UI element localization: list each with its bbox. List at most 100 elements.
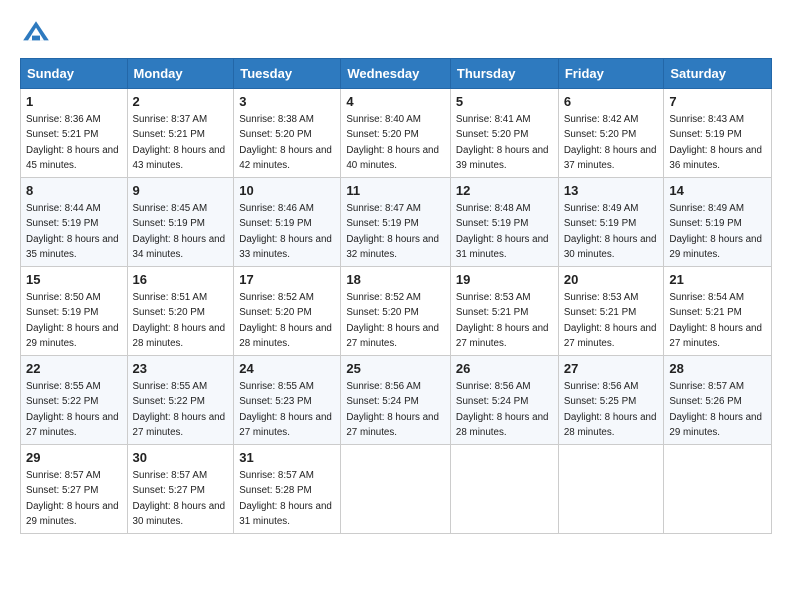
day-info: Sunrise: 8:42 AMSunset: 5:20 PMDaylight:… (564, 114, 657, 171)
day-number: 23 (133, 360, 229, 378)
day-info: Sunrise: 8:49 AMSunset: 5:19 PMDaylight:… (669, 203, 762, 260)
calendar-day-cell: 11 Sunrise: 8:47 AMSunset: 5:19 PMDaylig… (341, 178, 451, 267)
day-number: 2 (133, 93, 229, 111)
calendar-week-row: 22 Sunrise: 8:55 AMSunset: 5:22 PMDaylig… (21, 356, 772, 445)
day-info: Sunrise: 8:41 AMSunset: 5:20 PMDaylight:… (456, 114, 549, 171)
day-number: 14 (669, 182, 766, 200)
day-number: 3 (239, 93, 335, 111)
day-info: Sunrise: 8:57 AMSunset: 5:27 PMDaylight:… (133, 470, 226, 527)
calendar-day-cell: 21 Sunrise: 8:54 AMSunset: 5:21 PMDaylig… (664, 267, 772, 356)
calendar-day-cell (450, 445, 558, 534)
day-number: 5 (456, 93, 553, 111)
calendar-header-cell: Friday (558, 59, 664, 89)
day-number: 10 (239, 182, 335, 200)
logo-icon (20, 18, 52, 50)
header (20, 18, 772, 50)
day-number: 31 (239, 449, 335, 467)
day-number: 28 (669, 360, 766, 378)
day-info: Sunrise: 8:52 AMSunset: 5:20 PMDaylight:… (346, 292, 439, 349)
page-container: SundayMondayTuesdayWednesdayThursdayFrid… (0, 0, 792, 544)
calendar-header-cell: Saturday (664, 59, 772, 89)
day-info: Sunrise: 8:40 AMSunset: 5:20 PMDaylight:… (346, 114, 439, 171)
calendar-day-cell: 1 Sunrise: 8:36 AMSunset: 5:21 PMDayligh… (21, 89, 128, 178)
calendar-day-cell: 12 Sunrise: 8:48 AMSunset: 5:19 PMDaylig… (450, 178, 558, 267)
day-number: 19 (456, 271, 553, 289)
calendar-day-cell: 17 Sunrise: 8:52 AMSunset: 5:20 PMDaylig… (234, 267, 341, 356)
calendar-day-cell: 31 Sunrise: 8:57 AMSunset: 5:28 PMDaylig… (234, 445, 341, 534)
day-info: Sunrise: 8:44 AMSunset: 5:19 PMDaylight:… (26, 203, 119, 260)
day-number: 4 (346, 93, 445, 111)
day-info: Sunrise: 8:54 AMSunset: 5:21 PMDaylight:… (669, 292, 762, 349)
calendar-week-row: 15 Sunrise: 8:50 AMSunset: 5:19 PMDaylig… (21, 267, 772, 356)
calendar-day-cell: 8 Sunrise: 8:44 AMSunset: 5:19 PMDayligh… (21, 178, 128, 267)
calendar-day-cell: 13 Sunrise: 8:49 AMSunset: 5:19 PMDaylig… (558, 178, 664, 267)
day-info: Sunrise: 8:49 AMSunset: 5:19 PMDaylight:… (564, 203, 657, 260)
calendar-week-row: 8 Sunrise: 8:44 AMSunset: 5:19 PMDayligh… (21, 178, 772, 267)
day-info: Sunrise: 8:53 AMSunset: 5:21 PMDaylight:… (456, 292, 549, 349)
day-number: 9 (133, 182, 229, 200)
day-info: Sunrise: 8:46 AMSunset: 5:19 PMDaylight:… (239, 203, 332, 260)
day-info: Sunrise: 8:55 AMSunset: 5:22 PMDaylight:… (26, 381, 119, 438)
logo (20, 18, 56, 50)
calendar-day-cell: 2 Sunrise: 8:37 AMSunset: 5:21 PMDayligh… (127, 89, 234, 178)
day-info: Sunrise: 8:37 AMSunset: 5:21 PMDaylight:… (133, 114, 226, 171)
calendar-day-cell (341, 445, 451, 534)
day-info: Sunrise: 8:57 AMSunset: 5:28 PMDaylight:… (239, 470, 332, 527)
day-number: 26 (456, 360, 553, 378)
day-info: Sunrise: 8:47 AMSunset: 5:19 PMDaylight:… (346, 203, 439, 260)
calendar-header-cell: Sunday (21, 59, 128, 89)
day-number: 27 (564, 360, 659, 378)
calendar-day-cell: 6 Sunrise: 8:42 AMSunset: 5:20 PMDayligh… (558, 89, 664, 178)
calendar-day-cell: 16 Sunrise: 8:51 AMSunset: 5:20 PMDaylig… (127, 267, 234, 356)
day-info: Sunrise: 8:51 AMSunset: 5:20 PMDaylight:… (133, 292, 226, 349)
day-number: 11 (346, 182, 445, 200)
calendar-day-cell: 24 Sunrise: 8:55 AMSunset: 5:23 PMDaylig… (234, 356, 341, 445)
calendar-day-cell: 7 Sunrise: 8:43 AMSunset: 5:19 PMDayligh… (664, 89, 772, 178)
calendar-day-cell: 4 Sunrise: 8:40 AMSunset: 5:20 PMDayligh… (341, 89, 451, 178)
day-info: Sunrise: 8:53 AMSunset: 5:21 PMDaylight:… (564, 292, 657, 349)
calendar-day-cell (664, 445, 772, 534)
calendar-day-cell: 25 Sunrise: 8:56 AMSunset: 5:24 PMDaylig… (341, 356, 451, 445)
day-number: 13 (564, 182, 659, 200)
day-info: Sunrise: 8:56 AMSunset: 5:24 PMDaylight:… (456, 381, 549, 438)
calendar-day-cell: 26 Sunrise: 8:56 AMSunset: 5:24 PMDaylig… (450, 356, 558, 445)
calendar-day-cell: 28 Sunrise: 8:57 AMSunset: 5:26 PMDaylig… (664, 356, 772, 445)
day-number: 25 (346, 360, 445, 378)
day-info: Sunrise: 8:55 AMSunset: 5:23 PMDaylight:… (239, 381, 332, 438)
calendar-day-cell: 19 Sunrise: 8:53 AMSunset: 5:21 PMDaylig… (450, 267, 558, 356)
calendar-day-cell: 29 Sunrise: 8:57 AMSunset: 5:27 PMDaylig… (21, 445, 128, 534)
day-info: Sunrise: 8:56 AMSunset: 5:24 PMDaylight:… (346, 381, 439, 438)
day-info: Sunrise: 8:55 AMSunset: 5:22 PMDaylight:… (133, 381, 226, 438)
day-number: 15 (26, 271, 122, 289)
calendar-week-row: 29 Sunrise: 8:57 AMSunset: 5:27 PMDaylig… (21, 445, 772, 534)
day-number: 16 (133, 271, 229, 289)
calendar-header-cell: Wednesday (341, 59, 451, 89)
day-number: 7 (669, 93, 766, 111)
calendar-day-cell: 3 Sunrise: 8:38 AMSunset: 5:20 PMDayligh… (234, 89, 341, 178)
day-number: 29 (26, 449, 122, 467)
calendar-header-cell: Tuesday (234, 59, 341, 89)
day-number: 18 (346, 271, 445, 289)
calendar-table: SundayMondayTuesdayWednesdayThursdayFrid… (20, 58, 772, 534)
calendar-body: 1 Sunrise: 8:36 AMSunset: 5:21 PMDayligh… (21, 89, 772, 534)
day-info: Sunrise: 8:50 AMSunset: 5:19 PMDaylight:… (26, 292, 119, 349)
calendar-week-row: 1 Sunrise: 8:36 AMSunset: 5:21 PMDayligh… (21, 89, 772, 178)
calendar-header-cell: Thursday (450, 59, 558, 89)
calendar-header-cell: Monday (127, 59, 234, 89)
calendar-day-cell: 23 Sunrise: 8:55 AMSunset: 5:22 PMDaylig… (127, 356, 234, 445)
day-number: 8 (26, 182, 122, 200)
day-info: Sunrise: 8:57 AMSunset: 5:26 PMDaylight:… (669, 381, 762, 438)
calendar-day-cell: 22 Sunrise: 8:55 AMSunset: 5:22 PMDaylig… (21, 356, 128, 445)
day-info: Sunrise: 8:52 AMSunset: 5:20 PMDaylight:… (239, 292, 332, 349)
day-number: 17 (239, 271, 335, 289)
day-number: 1 (26, 93, 122, 111)
day-number: 21 (669, 271, 766, 289)
calendar-day-cell: 14 Sunrise: 8:49 AMSunset: 5:19 PMDaylig… (664, 178, 772, 267)
calendar-day-cell (558, 445, 664, 534)
calendar-day-cell: 27 Sunrise: 8:56 AMSunset: 5:25 PMDaylig… (558, 356, 664, 445)
calendar-day-cell: 5 Sunrise: 8:41 AMSunset: 5:20 PMDayligh… (450, 89, 558, 178)
day-info: Sunrise: 8:48 AMSunset: 5:19 PMDaylight:… (456, 203, 549, 260)
day-info: Sunrise: 8:57 AMSunset: 5:27 PMDaylight:… (26, 470, 119, 527)
calendar-day-cell: 15 Sunrise: 8:50 AMSunset: 5:19 PMDaylig… (21, 267, 128, 356)
calendar-day-cell: 9 Sunrise: 8:45 AMSunset: 5:19 PMDayligh… (127, 178, 234, 267)
